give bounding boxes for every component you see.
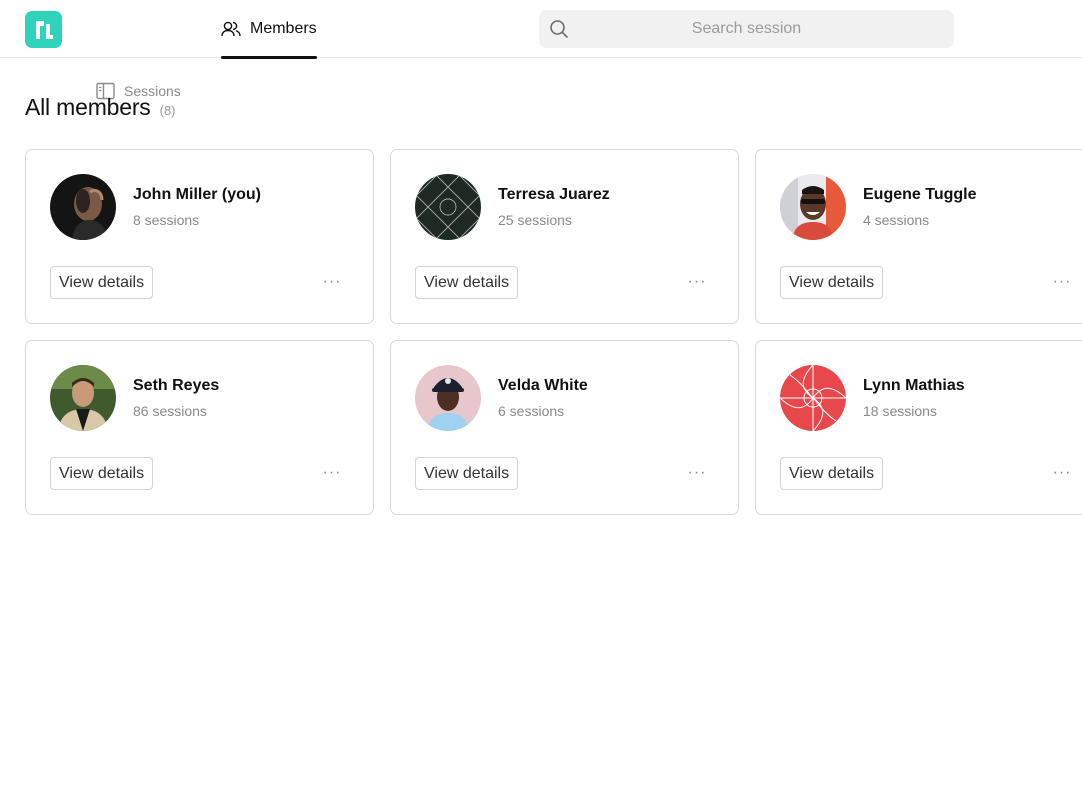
member-card: Terresa Juarez 25 sessions View details …: [390, 149, 739, 324]
page-heading: All members (8): [25, 94, 176, 121]
avatar: [50, 174, 116, 240]
page-title: All members: [25, 94, 151, 120]
view-details-button[interactable]: View details: [50, 457, 154, 490]
member-sessions: 4 sessions: [863, 212, 930, 228]
avatar: [780, 174, 846, 240]
search-input[interactable]: [579, 10, 944, 48]
top-navigation-bar: Sessions Members: [0, 0, 1082, 100]
member-name: Velda White: [498, 377, 588, 394]
member-name: Eugene Tuggle: [863, 186, 977, 203]
member-sessions: 6 sessions: [498, 403, 565, 419]
member-name: Seth Reyes: [133, 377, 220, 394]
tab-members[interactable]: Members: [221, 0, 317, 59]
view-details-button[interactable]: View details: [780, 457, 884, 490]
more-options-icon[interactable]: ···: [322, 270, 342, 294]
member-sessions: 8 sessions: [133, 212, 200, 228]
search-bar: [539, 10, 954, 48]
users-icon: [221, 21, 241, 37]
member-count: (8): [159, 103, 176, 118]
member-name: Lynn Mathias: [863, 377, 965, 394]
more-options-icon[interactable]: ···: [322, 461, 342, 485]
more-options-icon[interactable]: ···: [1052, 270, 1072, 294]
member-card: John Miller (you) 8 sessions View detail…: [25, 149, 374, 324]
member-card: Seth Reyes 86 sessions View details ···: [25, 340, 374, 515]
member-sessions: 25 sessions: [498, 212, 572, 228]
avatar: [415, 365, 481, 431]
avatar: [780, 365, 846, 431]
more-options-icon[interactable]: ···: [1052, 461, 1072, 485]
search-icon: [550, 20, 568, 38]
avatar: [50, 365, 116, 431]
member-name: John Miller (you): [133, 186, 261, 203]
member-name: Terresa Juarez: [498, 186, 610, 203]
more-options-icon[interactable]: ···: [687, 270, 707, 294]
view-details-button[interactable]: View details: [415, 266, 519, 299]
view-details-button[interactable]: View details: [50, 266, 154, 299]
member-card: Eugene Tuggle 4 sessions View details ··…: [755, 149, 1082, 324]
member-sessions: 86 sessions: [133, 403, 207, 419]
view-details-button[interactable]: View details: [780, 266, 884, 299]
member-card: Lynn Mathias 18 sessions View details ··…: [755, 340, 1082, 515]
app-logo[interactable]: [25, 11, 62, 48]
member-sessions: 18 sessions: [863, 403, 937, 419]
view-details-button[interactable]: View details: [415, 457, 519, 490]
member-card: Velda White 6 sessions View details ···: [390, 340, 739, 515]
more-options-icon[interactable]: ···: [687, 461, 707, 485]
logo-icon: [35, 20, 53, 39]
tab-members-label: Members: [250, 20, 317, 37]
avatar: [415, 174, 481, 240]
